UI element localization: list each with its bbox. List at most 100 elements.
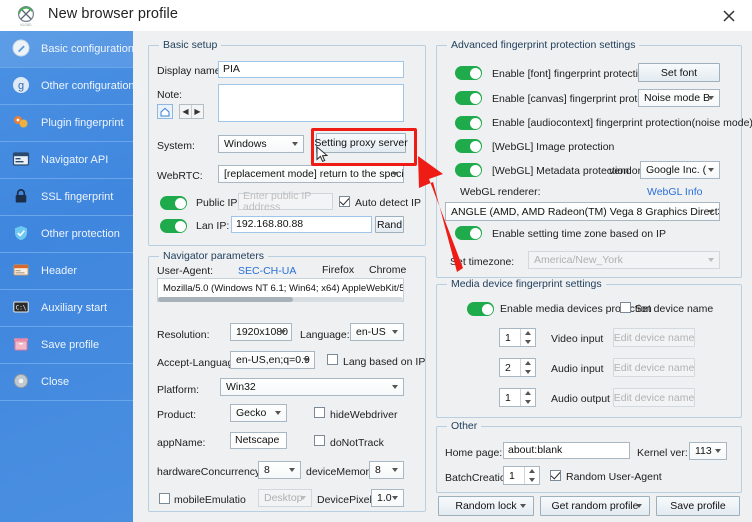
set-device-name-label: Set device name xyxy=(635,303,713,315)
audiocontext-protection-toggle[interactable] xyxy=(455,116,482,130)
stepper-up-icon[interactable] xyxy=(521,359,535,368)
product-select[interactable]: Gecko xyxy=(230,404,287,422)
platform-label: Platform: xyxy=(157,384,199,396)
prev-arrow-icon[interactable]: ◀ xyxy=(180,105,191,118)
firefox-label[interactable]: Firefox xyxy=(322,264,354,276)
rand-button[interactable]: Rand xyxy=(375,216,404,233)
system-select[interactable]: Windows xyxy=(218,135,304,153)
audio-output-edit-device-name-button[interactable]: Edit device name xyxy=(613,388,695,407)
sidebar-item-navigator-api[interactable]: Navigator API xyxy=(0,142,133,179)
hide-webdriver-label: hideWebdriver xyxy=(330,409,398,421)
lan-ip-input[interactable]: 192.168.80.88 xyxy=(231,216,372,233)
user-agent-scrollbar[interactable] xyxy=(158,297,403,302)
hardware-concurrency-select[interactable]: 8 xyxy=(258,461,301,479)
sidebar-item-ssl-fingerprint[interactable]: SSL fingerprint xyxy=(0,179,133,216)
video-edit-device-name-button[interactable]: Edit device name xyxy=(613,328,695,347)
device-memory-label: deviceMemory: xyxy=(306,466,377,478)
vendor-select[interactable]: Google Inc. ( xyxy=(640,161,720,179)
do-not-track-checkbox[interactable] xyxy=(314,435,325,446)
user-agent-value: Mozilla/5.0 (Windows NT 6.1; Win64; x64)… xyxy=(163,283,404,294)
chrome-label[interactable]: Chrome xyxy=(369,264,406,276)
setting-proxy-server-button[interactable]: Setting proxy server xyxy=(316,133,406,153)
accept-language-select[interactable]: en-US,en;q=0.9 xyxy=(230,351,315,369)
device-memory-select[interactable]: 8 xyxy=(369,461,404,479)
audio-input-stepper-arrows xyxy=(520,359,535,376)
audio-output-stepper-arrows xyxy=(520,389,535,406)
webgl-info-link[interactable]: WebGL Info xyxy=(647,186,702,198)
sidebar-item-auxiliary-start[interactable]: C:\ Auxiliary start xyxy=(0,290,133,327)
home-icon[interactable] xyxy=(157,104,173,119)
media-devices-protection-toggle[interactable] xyxy=(467,302,494,316)
lang-based-on-ip-checkbox[interactable] xyxy=(327,354,338,365)
audio-input-count: 2 xyxy=(505,362,511,374)
stepper-up-icon[interactable] xyxy=(525,467,539,476)
webgl-image-protection-toggle[interactable] xyxy=(455,139,482,153)
home-page-input[interactable]: about:blank xyxy=(503,442,630,459)
canvas-noise-mode-select[interactable]: Noise mode B xyxy=(638,89,720,107)
mobile-emulatio-select[interactable]: Desktop xyxy=(258,489,312,507)
audio-output-count: 1 xyxy=(505,392,511,404)
sidebar-item-other-configurations[interactable]: g Other configurations xyxy=(0,68,133,105)
batch-creation-stepper[interactable]: 1 xyxy=(503,466,540,485)
audio-output-stepper[interactable]: 1 xyxy=(499,388,536,407)
public-ip-input[interactable]: Enter public IP address xyxy=(238,193,333,210)
set-font-button[interactable]: Set font xyxy=(638,63,720,82)
sidebar-item-header[interactable]: Header xyxy=(0,253,133,290)
canvas-protection-toggle[interactable] xyxy=(455,91,482,105)
sidebar-item-other-protection[interactable]: Other protection xyxy=(0,216,133,253)
random-lock-button[interactable]: Random lock xyxy=(438,496,534,516)
kernel-ver-label: Kernel ver: xyxy=(637,447,688,459)
stepper-down-icon[interactable] xyxy=(521,398,535,407)
sidebar: Basic configuration g Other configuratio… xyxy=(0,31,133,522)
sidebar-item-label: Plugin fingerprint xyxy=(41,117,124,129)
stepper-down-icon[interactable] xyxy=(525,476,539,485)
next-arrow-icon[interactable]: ▶ xyxy=(191,105,203,118)
audio-output-label: Audio output xyxy=(551,393,610,405)
do-not-track-label: doNotTrack xyxy=(330,437,384,449)
stepper-down-icon[interactable] xyxy=(521,338,535,347)
webrtc-select[interactable]: [replacement mode] return to the specifi… xyxy=(218,165,404,183)
user-agent-scrollbar-thumb[interactable] xyxy=(158,297,293,302)
get-random-profile-button[interactable]: Get random profile xyxy=(540,496,650,516)
set-timezone-label: Set timezone: xyxy=(450,256,514,268)
sidebar-item-close[interactable]: Close xyxy=(0,364,133,401)
lan-ip-label: Lan IP: xyxy=(196,220,229,232)
language-select[interactable]: en-US xyxy=(350,323,404,341)
audio-input-edit-device-name-button[interactable]: Edit device name xyxy=(613,358,695,377)
app-name-input[interactable]: Netscape xyxy=(230,432,287,449)
save-profile-button[interactable]: Save profile xyxy=(656,496,740,516)
stepper-up-icon[interactable] xyxy=(521,329,535,338)
sidebar-item-label: Auxiliary start xyxy=(41,302,107,314)
sidebar-item-label: Save profile xyxy=(41,339,99,351)
sidebar-item-save-profile[interactable]: Save profile xyxy=(0,327,133,364)
note-nav-group: ◀ ▶ xyxy=(179,104,204,119)
device-pixel-ratio-select[interactable]: 1.0 xyxy=(371,489,404,507)
set-timezone-select[interactable]: America/New_York xyxy=(528,251,720,269)
hide-webdriver-checkbox[interactable] xyxy=(314,407,325,418)
resolution-select[interactable]: 1920x1080 xyxy=(230,323,292,341)
public-ip-toggle[interactable] xyxy=(160,196,187,210)
sec-ch-ua-link[interactable]: SEC-CH-UA xyxy=(238,265,296,277)
webgl-metadata-protection-toggle[interactable] xyxy=(455,163,482,177)
webgl-renderer-select[interactable]: ANGLE (AMD, AMD Radeon(TM) Vega 8 Graphi… xyxy=(445,202,720,221)
mobile-emulatio-checkbox[interactable] xyxy=(159,493,170,504)
auto-detect-ip-checkbox[interactable] xyxy=(339,196,350,207)
audio-input-stepper[interactable]: 2 xyxy=(499,358,536,377)
pencil-circle-icon xyxy=(12,39,32,59)
kernel-ver-select[interactable]: 113 xyxy=(689,442,727,460)
note-input[interactable] xyxy=(218,84,404,122)
platform-select[interactable]: Win32 xyxy=(220,378,404,396)
stepper-up-icon[interactable] xyxy=(521,389,535,398)
random-user-agent-checkbox[interactable] xyxy=(550,470,561,481)
video-input-label: Video input xyxy=(551,333,603,345)
sidebar-item-plugin-fingerprint[interactable]: Plugin fingerprint xyxy=(0,105,133,142)
video-input-stepper[interactable]: 1 xyxy=(499,328,536,347)
lan-ip-toggle[interactable] xyxy=(160,219,187,233)
sidebar-item-basic-configuration[interactable]: Basic configuration xyxy=(0,31,133,68)
stepper-down-icon[interactable] xyxy=(521,368,535,377)
display-name-input[interactable]: PIA xyxy=(218,61,404,78)
set-device-name-checkbox[interactable] xyxy=(620,302,631,313)
timezone-based-on-ip-toggle[interactable] xyxy=(455,226,482,240)
close-icon[interactable] xyxy=(714,4,744,28)
font-protection-toggle[interactable] xyxy=(455,66,482,80)
